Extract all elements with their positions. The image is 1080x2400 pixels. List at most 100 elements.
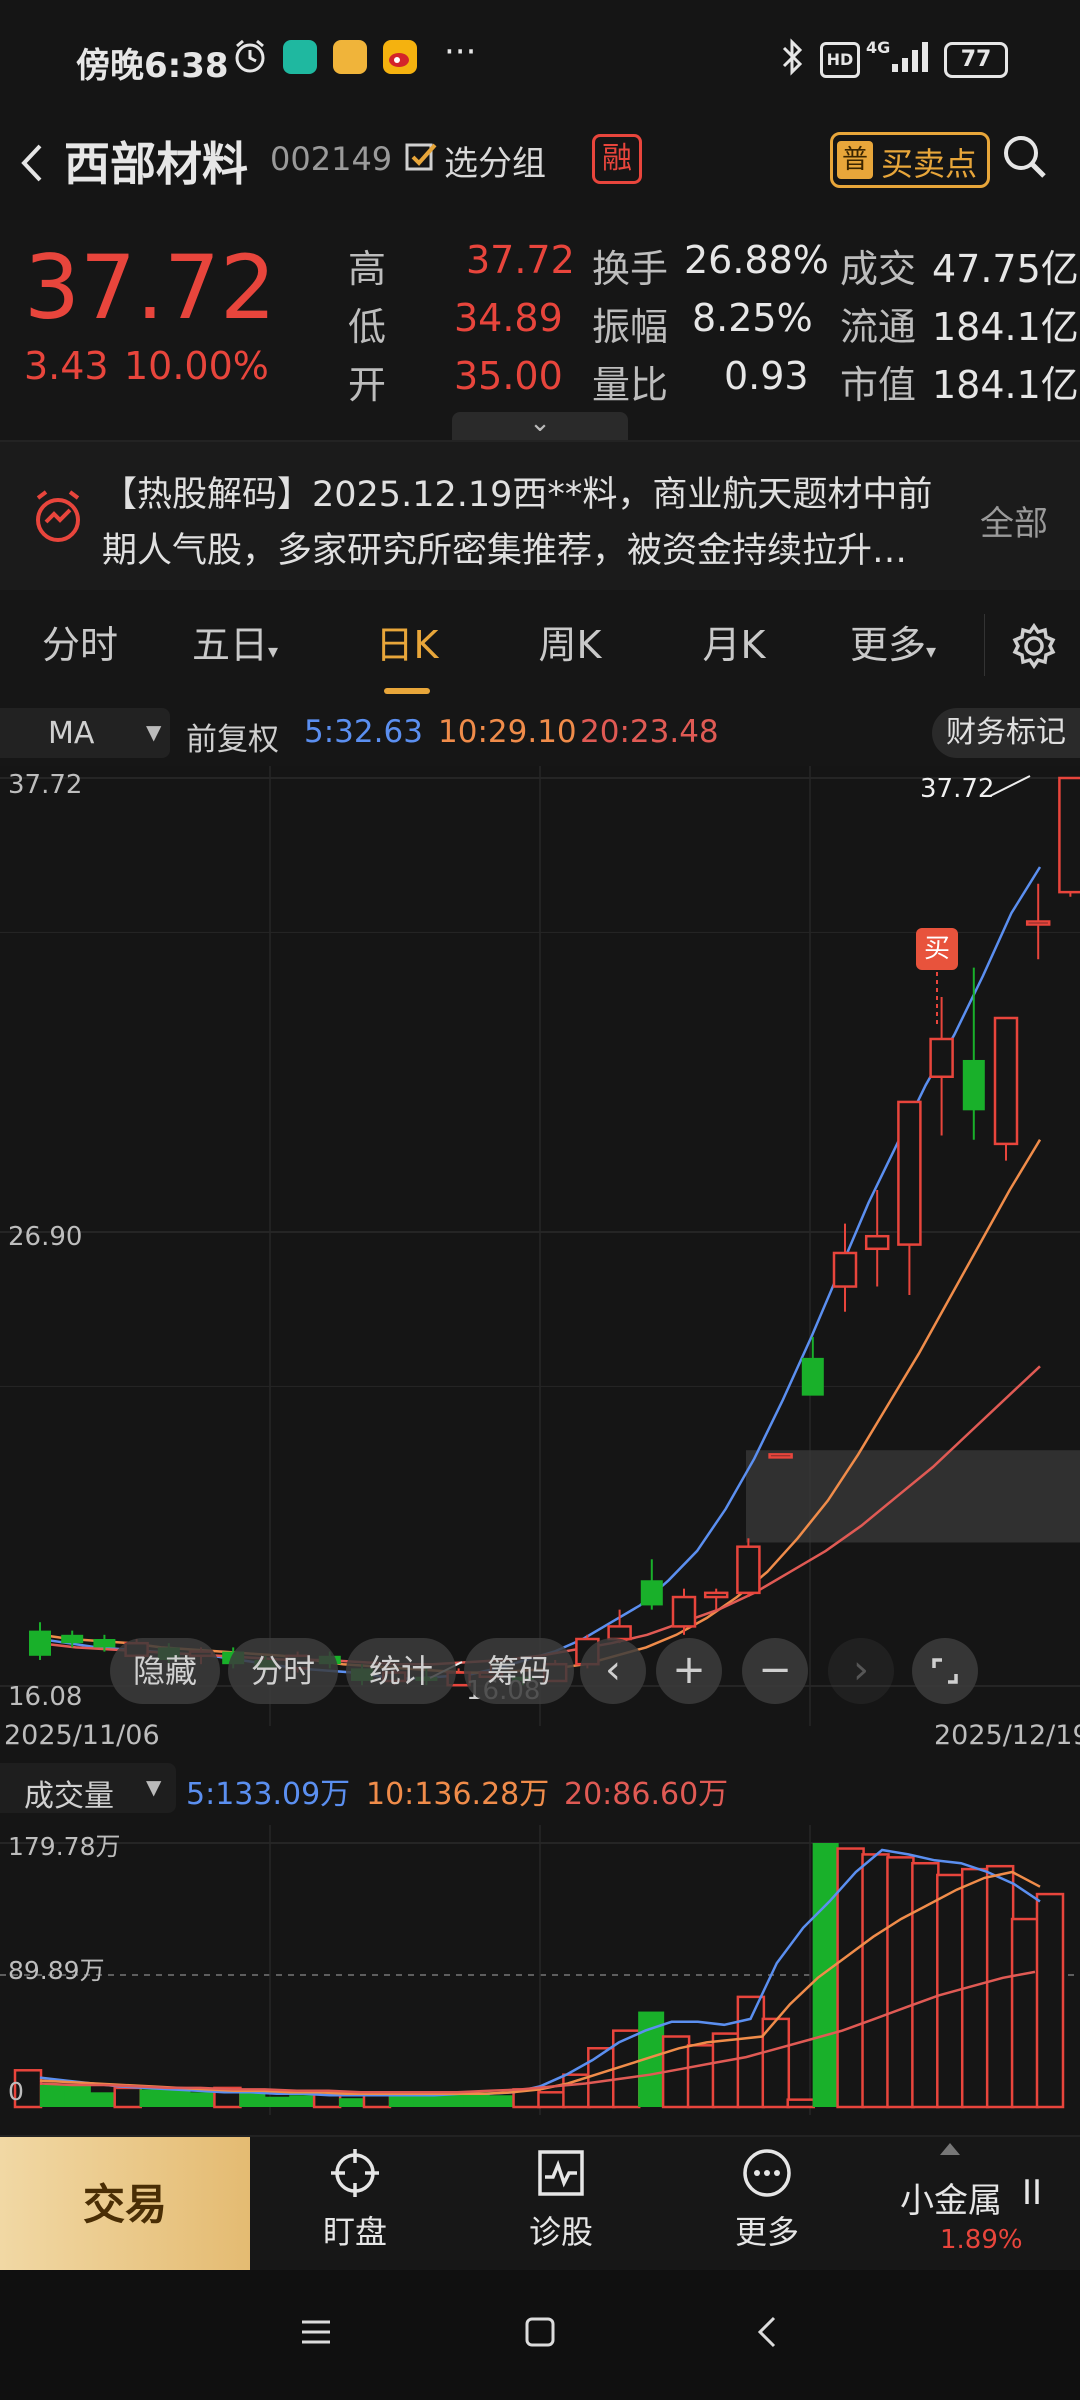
- tab-more[interactable]: 更多▾: [838, 590, 948, 700]
- candle-body: [768, 1453, 793, 1459]
- candle-body: [736, 1545, 761, 1595]
- buy-marker[interactable]: 买: [916, 928, 958, 970]
- turnover-label: 换手: [592, 247, 669, 291]
- battery-icon: 77: [944, 42, 1008, 78]
- float-cap-label: 流通: [840, 305, 917, 349]
- low-label: 低: [348, 305, 387, 349]
- finance-mark-button[interactable]: 财务标记: [932, 708, 1080, 758]
- trade-button[interactable]: 交易: [0, 2137, 250, 2272]
- high-price-label: 37.72: [920, 774, 995, 804]
- shield-app-icon: [283, 40, 317, 74]
- diagnose-button[interactable]: 诊股: [506, 2147, 616, 2267]
- more-button[interactable]: 更多: [712, 2147, 822, 2267]
- gear-icon[interactable]: [1010, 622, 1058, 670]
- hd-icon: HD: [820, 42, 860, 78]
- tab-daily-k[interactable]: 日K: [352, 590, 462, 700]
- hide-button[interactable]: 隐藏: [110, 1638, 220, 1704]
- current-price: 37.72: [24, 236, 276, 339]
- volume-bar: [911, 1861, 940, 2109]
- tab-monthly-k[interactable]: 月K: [684, 590, 784, 700]
- vol-ma10-value: 10:136.28万: [366, 1777, 550, 1812]
- kline-svg: [0, 766, 1080, 1726]
- kline-chart[interactable]: 37.72 26.90 16.08 37.72 16.08 买 隐藏 分时 统计…: [0, 766, 1080, 1726]
- price-adjust-label[interactable]: 前复权: [186, 714, 279, 759]
- volume-bar: [189, 2092, 216, 2107]
- buy-sell-label: 买卖点: [881, 145, 978, 183]
- expand-quote-button[interactable]: ⌄: [452, 410, 628, 440]
- buy-sell-point-button[interactable]: 普 买卖点: [830, 132, 990, 188]
- network-type: 4G: [866, 38, 891, 57]
- open-label: 开: [348, 363, 387, 407]
- volume-bar: [812, 1843, 839, 2107]
- volume-chart[interactable]: 179.78万 89.89万 0: [0, 1825, 1080, 2115]
- tab-more-label: 更多: [849, 623, 926, 667]
- signal-icon: [890, 40, 930, 74]
- sector-expand-arrow[interactable]: [940, 2143, 960, 2155]
- tab-timeshare[interactable]: 分时: [20, 590, 140, 700]
- tab-weekly-k[interactable]: 周K: [520, 590, 620, 700]
- back-icon[interactable]: [748, 2312, 788, 2352]
- pause-icon[interactable]: II: [1022, 2173, 1042, 2213]
- zoom-in-button[interactable]: +: [656, 1638, 722, 1704]
- tab-divider: [984, 614, 985, 676]
- alarm-clock-icon: [30, 486, 86, 546]
- search-icon[interactable]: [1000, 132, 1050, 182]
- news-all-link[interactable]: 全部: [980, 496, 1048, 545]
- tab-five-day[interactable]: 五日▾: [180, 590, 290, 700]
- stock-header: 西部材料 002149 选分组 融 普 买卖点: [0, 110, 1080, 220]
- news-banner[interactable]: 【热股解码】2025.12.19西**料，商业航天题材中前 期人气股，多家研究所…: [0, 440, 1080, 594]
- pulse-chart-icon: [538, 2150, 584, 2196]
- timeshare-button[interactable]: 分时: [228, 1638, 338, 1704]
- volume-bar: [239, 2092, 266, 2107]
- y-axis-mid-label: 26.90: [8, 1222, 83, 1252]
- price-change-pct: 10.00%: [124, 344, 269, 388]
- volume-bar: [264, 2096, 291, 2107]
- volume-selector[interactable]: 成交量 ▼: [0, 1763, 176, 1814]
- volume-bar: [1035, 1892, 1065, 2109]
- vol-y-zero-label: 0: [8, 2077, 24, 2106]
- ma10-value: 10:29.10: [438, 714, 577, 750]
- candle-body: [832, 1251, 858, 1288]
- candle-body: [671, 1595, 697, 1628]
- sector-name[interactable]: 小金属: [900, 2173, 1002, 2222]
- turnover-value: 26.88%: [684, 238, 829, 282]
- diagnose-label: 诊股: [528, 2213, 593, 2251]
- volume-bar: [113, 2086, 142, 2109]
- stats-button[interactable]: 统计: [346, 1638, 456, 1704]
- checkbox-icon[interactable]: [404, 140, 438, 174]
- group-select-button[interactable]: 选分组: [444, 136, 546, 185]
- bottom-action-bar: 交易 盯盘 诊股 更多 小金属 II 1.89%: [0, 2135, 1080, 2272]
- market-cap-value: 184.1亿: [932, 363, 1079, 407]
- volume-ratio-value: 0.93: [724, 354, 809, 398]
- caret-down-icon: ▼: [146, 1775, 162, 1799]
- price-zone-band: [746, 1450, 1080, 1543]
- ma-selector[interactable]: MA ▼: [0, 708, 170, 758]
- news-line-1: 【热股解码】2025.12.19西**料，商业航天题材中前: [102, 475, 933, 515]
- candle-body: [640, 1580, 663, 1606]
- fullscreen-icon[interactable]: [912, 1638, 978, 1704]
- vol-y-mid-label: 89.89万: [8, 1956, 105, 1985]
- scroll-back-button[interactable]: ‹: [580, 1638, 646, 1704]
- volume-bar: [537, 2091, 566, 2109]
- amplitude-label: 振幅: [592, 305, 669, 349]
- high-label: 高: [348, 247, 387, 291]
- volume-bar: [164, 2089, 191, 2107]
- candle-body: [864, 1234, 890, 1251]
- menu-icon[interactable]: [296, 2312, 336, 2352]
- scroll-forward-button[interactable]: ›: [828, 1638, 894, 1704]
- back-arrow-icon[interactable]: [12, 138, 52, 188]
- chips-button[interactable]: 筹码: [464, 1638, 574, 1704]
- sector-change-pct: 1.89%: [940, 2225, 1023, 2255]
- volume-header: 成交量 ▼ 5:133.09万 10:136.28万 20:86.60万: [0, 1755, 1080, 1825]
- tab-five-day-label: 五日: [191, 623, 268, 667]
- high-value: 37.72: [466, 238, 575, 282]
- news-line-2: 期人气股，多家研究所密集推荐，被资金持续拉升…: [102, 531, 908, 571]
- low-value: 34.89: [454, 296, 563, 340]
- candle-body: [703, 1591, 729, 1599]
- zoom-out-button[interactable]: −: [742, 1638, 808, 1704]
- y-axis-top-label: 37.72: [8, 770, 83, 800]
- volume-bar: [587, 2047, 616, 2109]
- chevron-down-icon: ▾: [925, 639, 937, 663]
- home-icon[interactable]: [520, 2312, 560, 2352]
- watch-button[interactable]: 盯盘: [300, 2147, 410, 2267]
